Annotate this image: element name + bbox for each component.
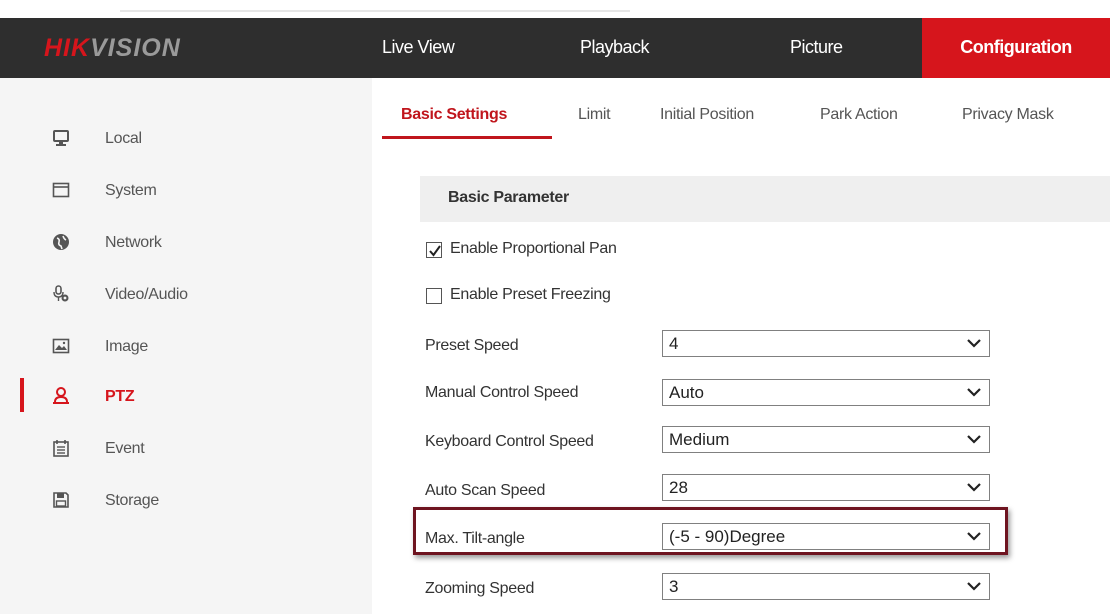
preset-speed-label: Preset Speed <box>425 337 519 354</box>
chevron-down-icon <box>967 582 981 591</box>
select-value: Medium <box>669 430 730 449</box>
chevron-down-icon <box>967 388 981 397</box>
zooming-speed-select[interactable]: 3 <box>662 573 990 600</box>
top-divider <box>120 10 630 12</box>
nav-live-view[interactable]: Live View <box>382 18 455 78</box>
select-value: 28 <box>669 478 688 497</box>
checkbox-label: Enable Preset Freezing <box>450 286 611 303</box>
active-indicator <box>20 378 24 412</box>
sidebar-item-label: System <box>105 182 157 199</box>
sidebar-item-label: Local <box>105 130 142 147</box>
sidebar-item-label: Network <box>105 234 162 251</box>
calendar-icon <box>52 439 70 457</box>
tab-limit[interactable]: Limit <box>578 106 611 124</box>
sidebar-item-label: Storage <box>105 492 159 509</box>
tab-park-action[interactable]: Park Action <box>820 106 898 124</box>
sidebar-item-label: PTZ <box>105 388 135 405</box>
sidebar-item-network[interactable]: Network <box>0 224 372 264</box>
tab-basic-settings[interactable]: Basic Settings <box>401 106 507 124</box>
logo-part-gray: VISION <box>90 34 181 62</box>
monitor-icon <box>52 129 70 147</box>
top-strip <box>0 0 1110 20</box>
checkbox-box[interactable] <box>426 288 442 304</box>
ptz-basic-settings-panel: Basic Settings Limit Initial Position Pa… <box>372 78 1110 614</box>
max-tilt-angle-select[interactable]: (-5 - 90)Degree <box>662 523 990 550</box>
keyboard-control-speed-select[interactable]: Medium <box>662 426 990 453</box>
auto-scan-speed-label: Auto Scan Speed <box>425 482 546 499</box>
preset-speed-select[interactable]: 4 <box>662 330 990 357</box>
sidebar-item-system[interactable]: System <box>0 172 372 212</box>
chevron-down-icon <box>967 532 981 541</box>
max-tilt-angle-label: Max. Tilt-angle <box>425 530 525 547</box>
sidebar-item-local[interactable]: Local <box>0 120 372 160</box>
select-value: 3 <box>669 577 679 596</box>
microphone-icon <box>52 285 70 303</box>
checkbox-box[interactable] <box>426 242 442 258</box>
section-header: Basic Parameter <box>420 176 1110 222</box>
nav-configuration[interactable]: Configuration <box>922 18 1110 78</box>
config-sidebar: Local System Network Video/Audio Image P… <box>0 78 372 614</box>
ptz-person-icon <box>52 387 70 405</box>
zooming-speed-label: Zooming Speed <box>425 580 535 597</box>
section-title: Basic Parameter <box>448 189 569 206</box>
sidebar-item-storage[interactable]: Storage <box>0 482 372 522</box>
select-value: Auto <box>669 383 704 402</box>
nav-playback[interactable]: Playback <box>580 18 650 78</box>
window-icon <box>52 181 70 199</box>
nav-picture[interactable]: Picture <box>790 18 843 78</box>
sidebar-item-video-audio[interactable]: Video/Audio <box>0 276 372 316</box>
globe-icon <box>52 233 70 251</box>
sidebar-item-ptz[interactable]: PTZ <box>0 378 372 418</box>
tab-initial-position[interactable]: Initial Position <box>660 106 754 124</box>
active-tab-underline <box>382 136 552 139</box>
sidebar-item-label: Image <box>105 338 148 355</box>
select-value: 4 <box>669 334 679 353</box>
logo-part-red: HIK <box>44 34 91 62</box>
chevron-down-icon <box>967 339 981 348</box>
auto-scan-speed-select[interactable]: 28 <box>662 474 990 501</box>
select-value: (-5 - 90)Degree <box>669 527 786 546</box>
hikvision-logo: HIKVISION <box>44 34 181 63</box>
sidebar-item-label: Video/Audio <box>105 286 188 303</box>
sidebar-item-event[interactable]: Event <box>0 430 372 470</box>
manual-control-speed-label: Manual Control Speed <box>425 384 579 401</box>
chevron-down-icon <box>967 483 981 492</box>
manual-control-speed-select[interactable]: Auto <box>662 379 990 406</box>
sidebar-item-label: Event <box>105 440 145 457</box>
tab-privacy-mask[interactable]: Privacy Mask <box>962 106 1054 124</box>
floppy-icon <box>52 491 70 509</box>
checkbox-label: Enable Proportional Pan <box>450 240 617 257</box>
image-icon <box>52 337 70 355</box>
chevron-down-icon <box>967 435 981 444</box>
sidebar-item-image[interactable]: Image <box>0 328 372 368</box>
keyboard-control-speed-label: Keyboard Control Speed <box>425 433 594 450</box>
top-navigation-bar: HIKVISION Live View Playback Picture Con… <box>0 18 1110 78</box>
